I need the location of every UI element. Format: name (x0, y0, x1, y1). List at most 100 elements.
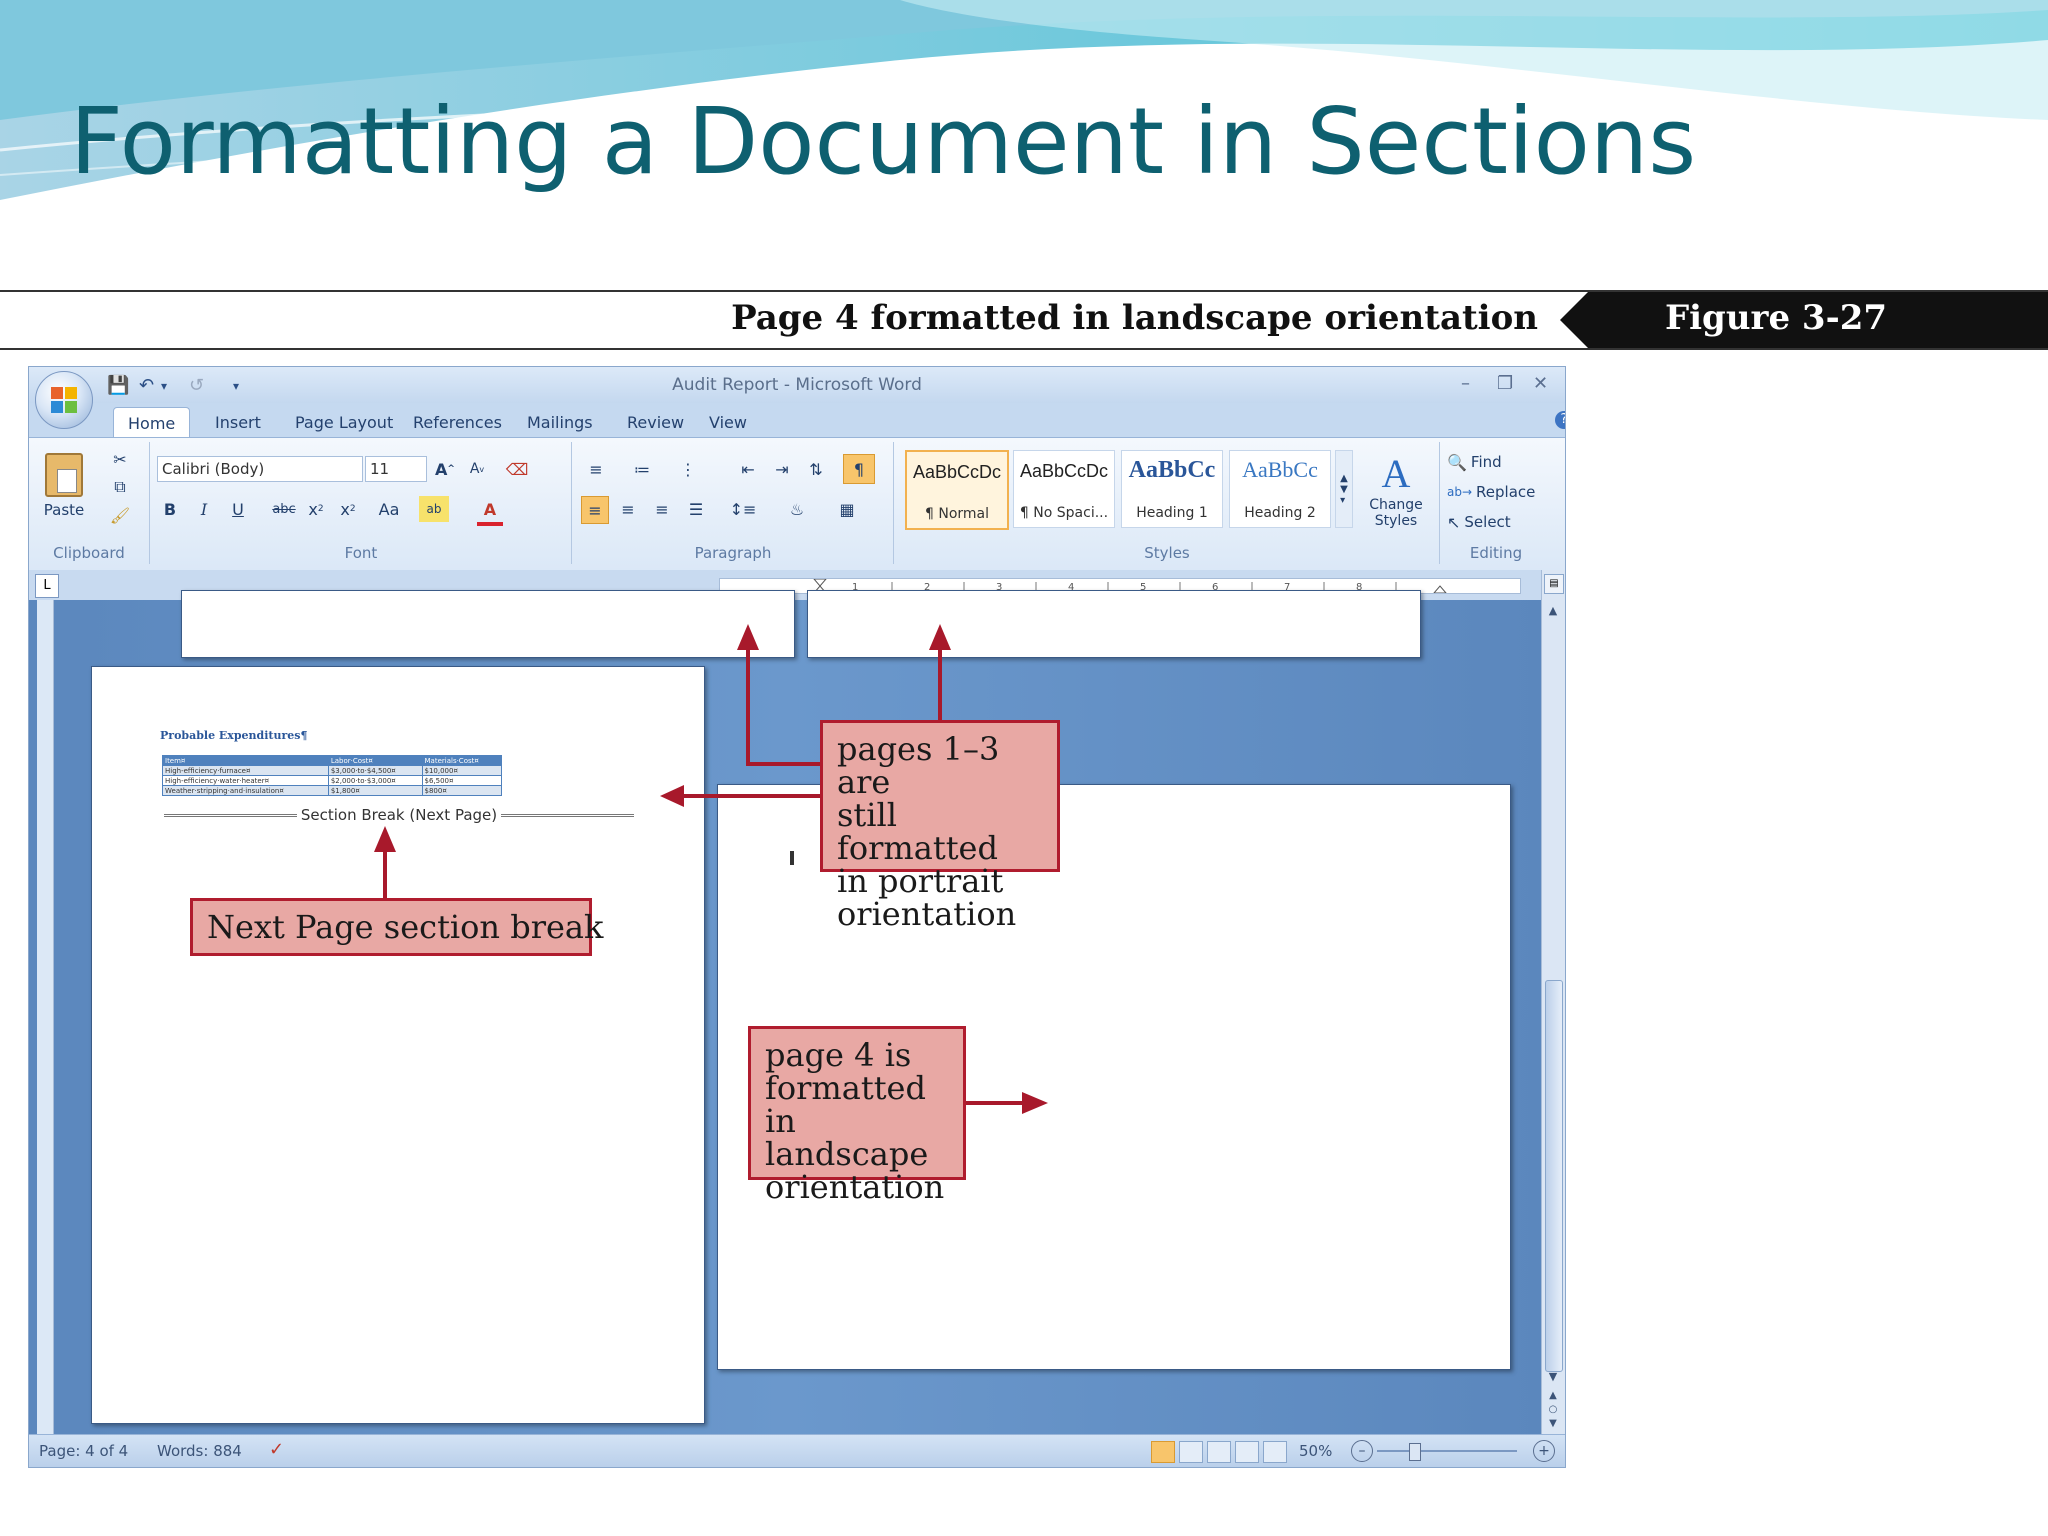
scroll-up-icon[interactable]: ▲ (1544, 604, 1562, 622)
minimize-icon[interactable]: – (1461, 373, 1470, 394)
font-size-combo[interactable]: 11 (365, 456, 427, 482)
align-center-icon[interactable]: ≡ (615, 496, 641, 522)
scroll-thumb[interactable] (1545, 980, 1563, 1372)
vertical-ruler[interactable] (37, 600, 54, 1434)
highlight-icon[interactable]: ab (419, 496, 449, 522)
styles-gallery-scroll[interactable]: ▲ ▼ ▾ (1335, 450, 1353, 528)
tab-view[interactable]: View (695, 409, 761, 436)
style-no-spacing[interactable]: AaBbCcDc ¶ No Spaci... (1013, 450, 1115, 528)
find-label: Find (1470, 453, 1502, 471)
expenditures-table: Item¤ Labor·Cost¤ Materials·Cost¤ High-e… (162, 755, 502, 796)
paste-icon (45, 453, 83, 497)
subscript-icon[interactable]: x2 (303, 496, 329, 522)
find-icon: 🔍 (1447, 452, 1467, 472)
copy-icon[interactable]: ⧉ (109, 476, 131, 498)
previous-page-icon[interactable]: ▲ (1544, 1390, 1562, 1404)
cut-icon[interactable]: ✂ (109, 448, 131, 470)
zoom-slider-track[interactable] (1377, 1450, 1517, 1452)
format-painter-icon[interactable]: 🖌 (109, 504, 131, 526)
slide-header: Formatting a Document in Sections (0, 0, 2048, 290)
style-heading-2[interactable]: AaBbCc Heading 2 (1229, 450, 1331, 528)
change-styles-button[interactable]: A Change Styles (1361, 446, 1431, 532)
next-page-icon[interactable]: ▼ (1544, 1418, 1562, 1432)
font-color-icon[interactable]: A (477, 496, 503, 526)
tab-page-layout[interactable]: Page Layout (281, 409, 407, 436)
justify-icon[interactable]: ☰ (683, 496, 709, 522)
select-button[interactable]: ↖ Select (1447, 510, 1511, 534)
style-no-spacing-sample: AaBbCcDc (1019, 461, 1109, 481)
style-normal[interactable]: AaBbCcDc ¶ Normal (905, 450, 1009, 530)
numbering-icon[interactable]: ≔ (627, 456, 657, 482)
full-screen-reading-icon[interactable] (1179, 1441, 1203, 1463)
tab-review[interactable]: Review (613, 409, 698, 436)
zoom-slider-thumb[interactable] (1409, 1443, 1421, 1461)
sort-icon[interactable]: ⇅ (803, 456, 829, 482)
word-count[interactable]: Words: 884 (157, 1442, 242, 1460)
outline-view-icon[interactable] (1235, 1441, 1259, 1463)
multilevel-list-icon[interactable]: ⋮ (673, 456, 703, 482)
replace-button[interactable]: ab→ Replace (1447, 480, 1535, 504)
find-button[interactable]: 🔍 Find (1447, 450, 1502, 474)
callout-portrait-pages: pages 1–3 are still formatted in portrai… (820, 720, 1060, 931)
bold-icon[interactable]: B (157, 496, 183, 522)
align-right-icon[interactable]: ≡ (649, 496, 675, 522)
callout-landscape-line: landscape (765, 1135, 929, 1173)
page-count[interactable]: Page: 4 of 4 (39, 1442, 128, 1460)
select-label: Select (1464, 513, 1511, 531)
vertical-scrollbar[interactable]: ▤ ▲ ▼ ▲ ○ ▼ (1541, 570, 1565, 1434)
close-icon[interactable]: ✕ (1533, 373, 1548, 394)
browse-object-icon[interactable]: ○ (1544, 1404, 1562, 1418)
help-icon[interactable]: ? (1555, 411, 1565, 429)
shading-icon[interactable]: ♨ (779, 496, 815, 522)
shrink-font-icon[interactable]: Av (463, 456, 491, 482)
arrowhead-up (737, 624, 759, 650)
draft-view-icon[interactable] (1263, 1441, 1287, 1463)
align-left-icon[interactable]: ≡ (581, 496, 609, 524)
zoom-level[interactable]: 50% (1299, 1442, 1332, 1460)
grow-font-icon[interactable]: A ^ (431, 456, 459, 482)
arrow-connector (746, 762, 822, 766)
change-case-icon[interactable]: Aa (371, 496, 407, 522)
zoom-in-icon[interactable]: + (1533, 1440, 1555, 1462)
section-break-text: Section Break (Next Page) (300, 806, 498, 824)
clear-formatting-icon[interactable]: ⌫ (503, 456, 531, 482)
tab-selector-icon[interactable]: L (35, 574, 59, 598)
print-layout-view-icon[interactable] (1151, 1441, 1175, 1463)
arrowhead-up (374, 826, 396, 852)
italic-icon[interactable]: I (191, 496, 217, 522)
style-heading-2-name: Heading 2 (1244, 505, 1316, 521)
font-name-combo[interactable]: Calibri (Body) (157, 456, 363, 482)
superscript-icon[interactable]: x2 (335, 496, 361, 522)
web-layout-icon[interactable] (1207, 1441, 1231, 1463)
tab-mailings[interactable]: Mailings (513, 409, 607, 436)
bullets-icon[interactable]: ≡ (581, 456, 611, 482)
table-cell: $6,500¤ (421, 775, 502, 786)
zoom-out-icon[interactable]: – (1351, 1440, 1373, 1462)
restore-icon[interactable]: ❐ (1497, 373, 1513, 394)
scroll-down-icon[interactable]: ▼ (1544, 1370, 1562, 1388)
section-break-marker: Section Break (Next Page) (164, 806, 635, 824)
borders-icon[interactable]: ▦ (829, 496, 865, 522)
proofing-icon[interactable]: ✓ (269, 1439, 284, 1460)
decrease-indent-icon[interactable]: ⇤ (735, 456, 761, 482)
tab-insert[interactable]: Insert (201, 409, 275, 436)
show-hide-icon[interactable]: ¶ (843, 454, 875, 484)
underline-icon[interactable]: U (225, 496, 251, 522)
arrowhead-right (1022, 1092, 1048, 1114)
style-heading-1[interactable]: AaBbCc Heading 1 (1121, 450, 1223, 528)
tab-references[interactable]: References (399, 409, 516, 436)
strikethrough-icon[interactable]: abc (269, 496, 299, 522)
increase-indent-icon[interactable]: ⇥ (769, 456, 795, 482)
office-button[interactable] (35, 371, 93, 429)
portrait-page: Probable Expenditures¶ Item¤ Labor·Cost¤… (91, 666, 705, 1424)
arrowhead-up (929, 624, 951, 650)
paste-button[interactable]: Paste (39, 446, 89, 526)
view-ruler-icon[interactable]: ▤ (1544, 574, 1564, 594)
table-cell: $2,000·to·$3,000¤ (327, 775, 423, 786)
paste-label: Paste (43, 501, 85, 519)
page-3b-bottom (807, 590, 1421, 658)
ribbon-tabs: Home Insert Page Layout References Maili… (99, 407, 1565, 437)
tab-home[interactable]: Home (113, 407, 191, 437)
figure-caption-bar: Page 4 formatted in landscape orientatio… (0, 290, 2048, 350)
line-spacing-icon[interactable]: ↕≡ (725, 496, 761, 522)
